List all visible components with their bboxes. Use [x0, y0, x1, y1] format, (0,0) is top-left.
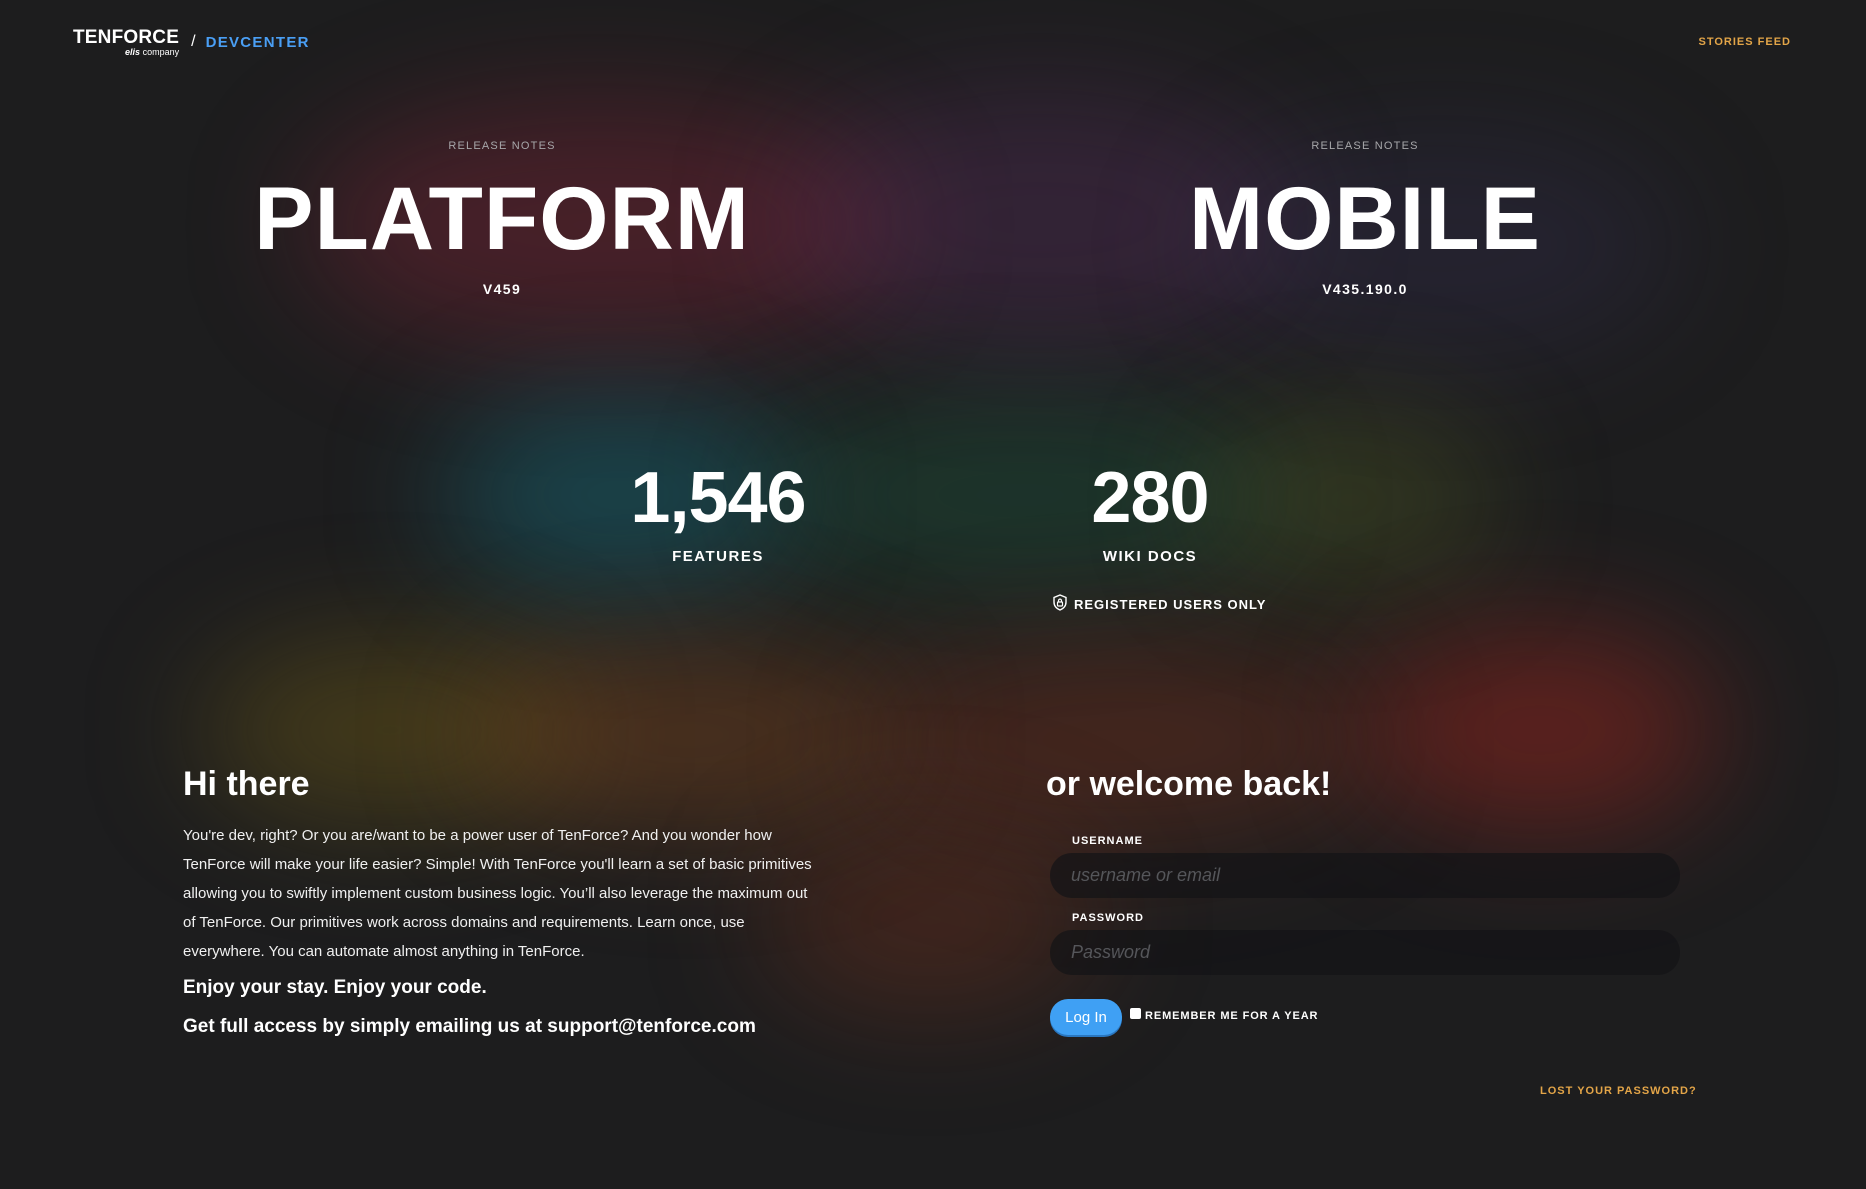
password-input[interactable]	[1050, 930, 1680, 976]
release-label: RELEASE NOTES	[1311, 140, 1419, 152]
release-platform[interactable]: RELEASE NOTES PLATFORM V459	[242, 140, 762, 297]
release-version: V459	[482, 281, 522, 297]
login-title: or welcome back!	[1046, 765, 1332, 803]
stat-value: 280	[1091, 458, 1209, 538]
breadcrumb-devcenter[interactable]: DEVCENTER	[206, 34, 310, 51]
registered-users-label: REGISTERED USERS ONLY	[1074, 596, 1267, 612]
lost-password-link[interactable]: LOST YOUR PASSWORD?	[1540, 1085, 1697, 1097]
remember-me-label: REMEMBER ME FOR A YEAR	[1145, 1010, 1319, 1023]
login-actions: Log In REMEMBER ME FOR A YEAR	[1050, 999, 1686, 1036]
remember-me-checkbox[interactable]	[1130, 1007, 1141, 1019]
stat-label: WIKI DOCS	[1102, 548, 1198, 565]
username-input[interactable]	[1050, 853, 1680, 899]
release-name: PLATFORM	[254, 168, 750, 268]
logo-sub-text: company	[142, 46, 180, 57]
username-label: USERNAME	[1072, 835, 1143, 848]
intro-access-note: Get full access by simply emailing us at…	[183, 1016, 756, 1038]
release-version: V435.190.0	[1322, 281, 1408, 297]
login-button[interactable]: Log In	[1050, 999, 1122, 1036]
page: TENFORCE elis company / DEVCENTER STORIE…	[0, 0, 1866, 1189]
intro-title: Hi there	[183, 765, 310, 803]
stories-feed-link[interactable]: STORIES FEED	[1699, 36, 1791, 48]
tenforce-logo[interactable]: TENFORCE elis company	[73, 28, 179, 57]
stat-wiki-docs: 280 WIKI DOCS	[1000, 462, 1300, 565]
logo-wordmark: TENFORCE	[73, 26, 180, 48]
logo-tagline: elis company	[73, 46, 180, 57]
release-mobile[interactable]: RELEASE NOTES MOBILE V435.190.0	[1105, 140, 1625, 297]
login-form: or welcome back! USERNAME PASSWORD Log I…	[1046, 765, 1686, 1036]
intro-body: You're dev, right? Or you are/want to be…	[183, 827, 812, 961]
brand: TENFORCE elis company / DEVCENTER	[73, 28, 310, 57]
release-name: MOBILE	[1188, 168, 1542, 268]
breadcrumb-separator: /	[191, 33, 196, 50]
stat-label: FEATURES	[672, 548, 764, 565]
intro-tagline: Enjoy your stay. Enjoy your code.	[183, 977, 487, 999]
shield-lock-icon	[1052, 594, 1068, 614]
intro-section: Hi there You're dev, right? Or you are/w…	[183, 765, 823, 1038]
remember-me[interactable]: REMEMBER ME FOR A YEAR	[1130, 1007, 1319, 1023]
stat-value: 1,546	[630, 458, 806, 538]
top-bar: TENFORCE elis company / DEVCENTER STORIE…	[73, 20, 1793, 64]
registered-users-notice: REGISTERED USERS ONLY	[1052, 594, 1266, 614]
release-label: RELEASE NOTES	[448, 140, 556, 152]
password-label: PASSWORD	[1072, 912, 1144, 925]
stat-features: 1,546 FEATURES	[568, 462, 868, 565]
logo-sub-brand: elis	[125, 46, 141, 57]
